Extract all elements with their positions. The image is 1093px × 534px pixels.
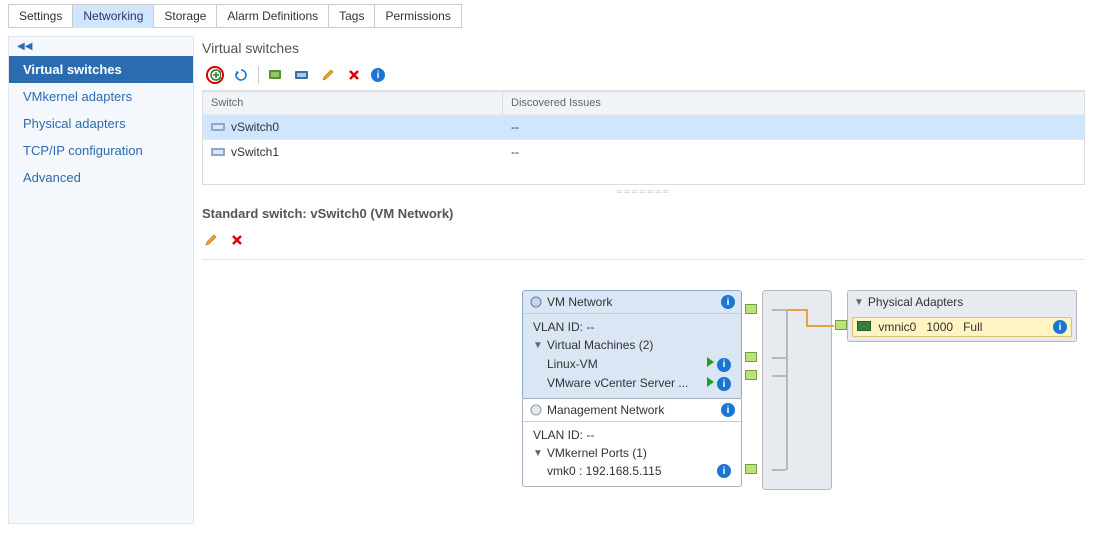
poweron-icon	[707, 377, 714, 387]
switch-name: vSwitch1	[231, 145, 279, 159]
expand-toggle-icon[interactable]: ▼	[533, 340, 543, 351]
connector-line	[772, 309, 786, 311]
table-row[interactable]: vSwitch0 --	[203, 114, 1084, 139]
nic-name: vmnic0	[878, 320, 916, 334]
expand-toggle-icon[interactable]: ▼	[854, 297, 864, 308]
resize-handle[interactable]: ═══════	[202, 185, 1085, 198]
info-icon[interactable]: i	[717, 464, 731, 478]
nic-duplex: Full	[963, 320, 982, 334]
column-switch[interactable]: Switch	[203, 92, 503, 114]
connector-line	[772, 469, 786, 471]
portgroup-management-network[interactable]: Management Network i VLAN ID: -- ▼ VMkern…	[522, 398, 742, 487]
connector-line-active	[806, 309, 808, 325]
portgroup-title: VM Network	[547, 295, 612, 309]
vm-group-label: Virtual Machines (2)	[547, 338, 654, 352]
portgroup-title: Management Network	[547, 403, 664, 417]
switches-toolbar: i	[202, 60, 1085, 91]
info-icon[interactable]: i	[371, 68, 385, 82]
info-icon[interactable]: i	[721, 295, 735, 309]
tab-permissions[interactable]: Permissions	[374, 4, 461, 28]
detail-toolbar	[202, 227, 1085, 260]
vlan-label: VLAN ID: --	[533, 428, 594, 442]
switch-issues: --	[503, 115, 1084, 139]
tab-alarm-definitions[interactable]: Alarm Definitions	[216, 4, 329, 28]
physical-nic-row[interactable]: vmnic0 1000 Full i	[852, 317, 1072, 337]
portgroup-icon	[529, 403, 543, 417]
switch-issues: --	[503, 140, 1084, 164]
delete-icon[interactable]	[228, 231, 246, 249]
info-icon[interactable]: i	[717, 377, 731, 391]
connector-line-active	[806, 325, 834, 327]
vswitch-icon	[211, 121, 225, 133]
toolbar-divider	[258, 66, 259, 84]
switches-table: Switch Discovered Issues vSwitch0 -- vSw…	[202, 91, 1085, 185]
detail-title: Standard switch: vSwitch0 (VM Network)	[202, 198, 1085, 227]
connector-line	[772, 357, 786, 359]
sidebar: ◀◀ Virtual switches VMkernel adapters Ph…	[8, 36, 194, 524]
sidebar-item-advanced[interactable]: Advanced	[9, 164, 193, 191]
vm-name[interactable]: VMware vCenter Server ...	[547, 376, 688, 390]
port-icon	[745, 464, 757, 474]
sidebar-item-physical-adapters[interactable]: Physical adapters	[9, 110, 193, 137]
tab-bar: Settings Networking Storage Alarm Defini…	[0, 0, 1093, 28]
delete-icon[interactable]	[345, 66, 363, 84]
section-title: Virtual switches	[202, 36, 1085, 60]
connector-line-active	[788, 309, 808, 311]
edit-icon[interactable]	[319, 66, 337, 84]
port-icon	[745, 352, 757, 362]
info-icon[interactable]: i	[717, 358, 731, 372]
sidebar-item-tcpip-configuration[interactable]: TCP/IP configuration	[9, 137, 193, 164]
physical-adapters-box[interactable]: ▼ Physical Adapters vmnic0 1000 Full i	[847, 290, 1077, 342]
add-network-icon[interactable]	[206, 66, 224, 84]
tab-settings[interactable]: Settings	[8, 4, 73, 28]
vswitch-icon	[211, 146, 225, 158]
vm-name[interactable]: Linux-VM	[547, 357, 598, 371]
tab-tags[interactable]: Tags	[328, 4, 375, 28]
poweron-icon	[707, 357, 714, 367]
refresh-icon[interactable]	[232, 66, 250, 84]
sidebar-item-vmkernel-adapters[interactable]: VMkernel adapters	[9, 83, 193, 110]
collapse-sidebar-button[interactable]: ◀◀	[9, 37, 193, 56]
port-icon	[835, 320, 847, 330]
migrate-icon[interactable]	[267, 66, 285, 84]
connector-line	[786, 309, 788, 470]
vmk-group-label: VMkernel Ports (1)	[547, 446, 647, 460]
edit-icon[interactable]	[202, 231, 220, 249]
port-icon	[745, 304, 757, 314]
table-row[interactable]: vSwitch1 --	[203, 139, 1084, 164]
sidebar-item-virtual-switches[interactable]: Virtual switches	[9, 56, 193, 83]
vswitch-spine	[762, 290, 832, 490]
switch-name: vSwitch0	[231, 120, 279, 134]
portgroup-icon	[529, 295, 543, 309]
phys-adapters-title: Physical Adapters	[868, 295, 963, 309]
nic-icon	[857, 321, 871, 331]
nic-speed: 1000	[926, 320, 953, 334]
vmk-port[interactable]: vmk0 : 192.168.5.115	[547, 464, 662, 478]
tab-networking[interactable]: Networking	[72, 4, 154, 28]
info-icon[interactable]: i	[1053, 320, 1067, 334]
topology-diagram: VM Network i VLAN ID: -- ▼ Virtual Machin…	[202, 280, 1085, 524]
port-icon	[745, 370, 757, 380]
vlan-label: VLAN ID: --	[533, 320, 594, 334]
tab-storage[interactable]: Storage	[153, 4, 217, 28]
expand-toggle-icon[interactable]: ▼	[533, 448, 543, 459]
manage-host-icon[interactable]	[293, 66, 311, 84]
connector-line	[772, 375, 786, 377]
portgroup-vm-network[interactable]: VM Network i VLAN ID: -- ▼ Virtual Machin…	[522, 290, 742, 400]
column-discovered-issues[interactable]: Discovered Issues	[503, 92, 1084, 114]
info-icon[interactable]: i	[721, 403, 735, 417]
